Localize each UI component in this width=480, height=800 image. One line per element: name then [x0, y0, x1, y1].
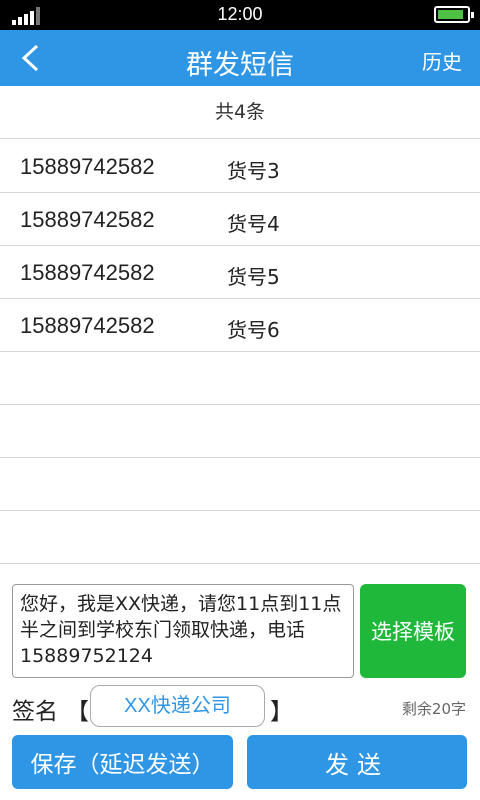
phone-number: 15889742582: [20, 207, 155, 232]
back-button[interactable]: [10, 38, 50, 78]
goods-number: 货号5: [227, 265, 280, 289]
app-header: 群发短信 历史: [0, 30, 480, 86]
signature-input[interactable]: XX快递公司: [90, 685, 265, 727]
phone-number: 15889742582: [20, 260, 155, 285]
goods-number: 货号3: [227, 159, 280, 183]
page-title: 群发短信: [186, 50, 294, 81]
empty-row: [0, 458, 480, 511]
empty-row: [0, 511, 480, 564]
list-item[interactable]: 15889742582 货号5: [0, 246, 480, 299]
select-template-button[interactable]: 选择模板: [360, 584, 466, 678]
history-button[interactable]: 历史: [422, 46, 462, 75]
battery-icon: [434, 6, 474, 23]
status-time: 12:00: [217, 4, 263, 24]
remaining-chars: 剩余20字: [401, 700, 466, 718]
list-item[interactable]: 15889742582 货号6: [0, 299, 480, 352]
list-item[interactable]: 15889742582 货号3: [0, 140, 480, 193]
phone-number: 15889742582: [20, 313, 155, 338]
signature-label: 签名: [12, 699, 58, 725]
save-delayed-send-button[interactable]: 保存（延迟发送）: [12, 735, 233, 789]
empty-row: [0, 405, 480, 458]
list-item[interactable]: 15889742582 货号4: [0, 193, 480, 246]
phone-number: 15889742582: [20, 154, 155, 179]
recipient-list: 15889742582 货号3 15889742582 货号4 15889742…: [0, 140, 480, 564]
recipient-count: 共4条: [0, 86, 480, 139]
send-button[interactable]: 发送: [247, 735, 467, 789]
message-input[interactable]: 您好，我是XX快递，请您11点到11点半之间到学校东门领取快递，电话158897…: [12, 584, 354, 678]
signature-open-bracket: 【: [66, 699, 89, 725]
chevron-left-icon: [21, 44, 39, 72]
empty-row: [0, 352, 480, 405]
status-bar: 12:00: [0, 0, 480, 30]
goods-number: 货号4: [227, 212, 280, 236]
signature-close-bracket: 】: [270, 699, 293, 725]
goods-number: 货号6: [227, 318, 280, 342]
